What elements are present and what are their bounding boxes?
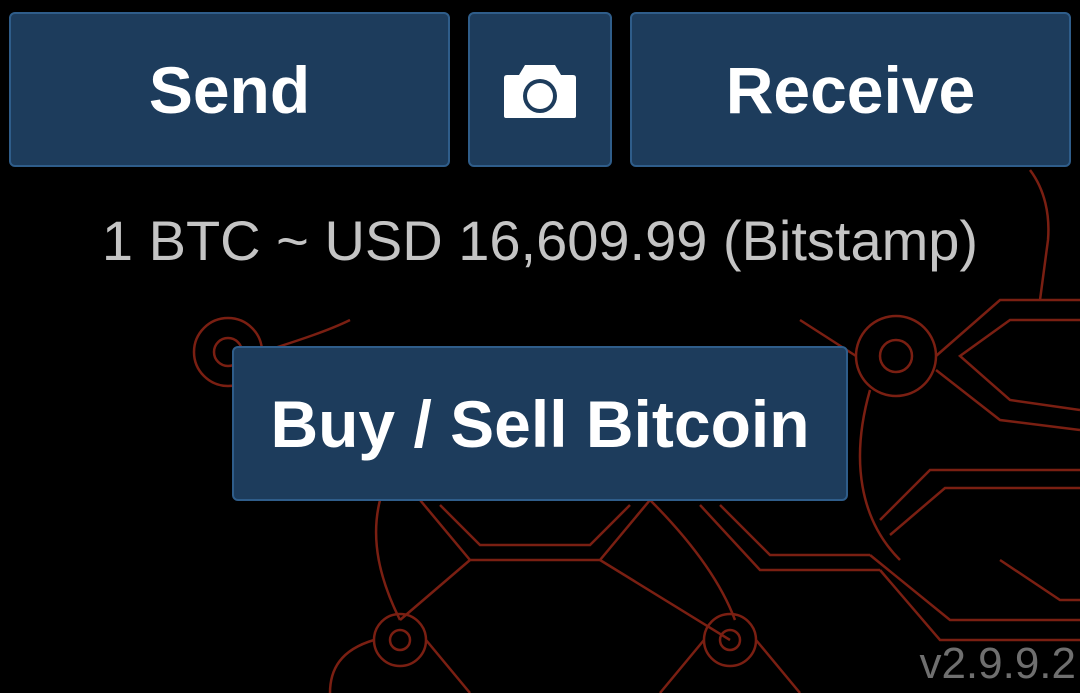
exchange-rate-text: 1 BTC ~ USD 16,609.99 (Bitstamp) xyxy=(101,209,979,272)
send-button[interactable]: Send xyxy=(9,12,450,167)
buy-sell-button-label: Buy / Sell Bitcoin xyxy=(270,386,810,461)
buy-sell-bitcoin-button[interactable]: Buy / Sell Bitcoin xyxy=(232,346,848,501)
receive-button-label: Receive xyxy=(725,52,976,127)
wallet-screen: Send Receive 1 BTC ~ USD 16,609.99 (Bits… xyxy=(0,0,1080,693)
receive-button[interactable]: Receive xyxy=(630,12,1071,167)
scan-qr-button[interactable] xyxy=(468,12,612,167)
app-version: v2.9.9.2 xyxy=(919,639,1076,688)
send-button-label: Send xyxy=(148,52,311,127)
camera-icon xyxy=(504,64,576,118)
